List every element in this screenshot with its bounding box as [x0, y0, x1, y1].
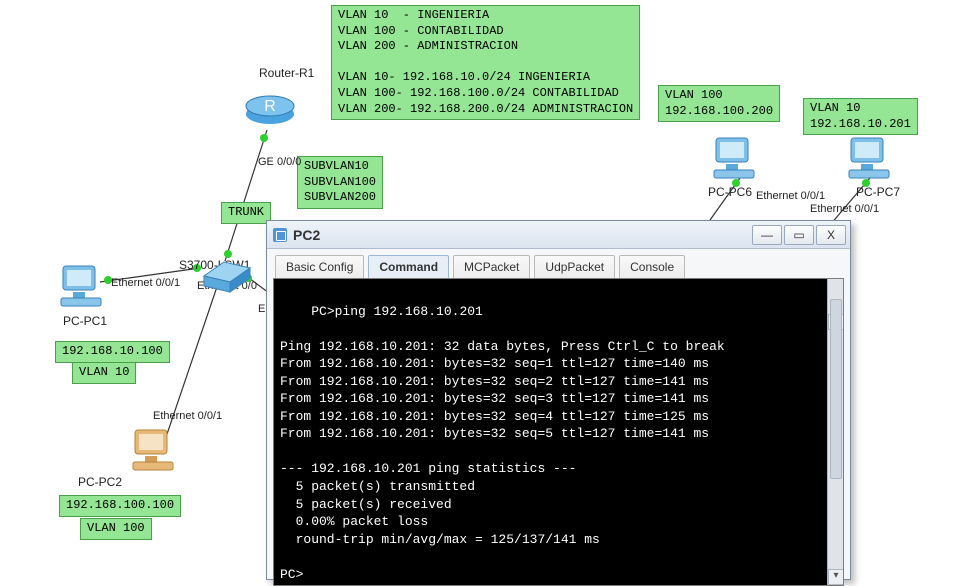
- note-pc6: VLAN 100 192.168.100.200: [658, 85, 780, 122]
- label-pc6: PC-PC6: [708, 185, 752, 199]
- router-icon[interactable]: R: [242, 88, 298, 129]
- port-switch-eth-cut: E: [258, 303, 265, 315]
- note-pc7: VLAN 10 192.168.10.201: [803, 98, 918, 135]
- pc7-icon[interactable]: [843, 132, 895, 187]
- svg-text:R: R: [264, 98, 276, 115]
- note-subvlan: SUBVLAN10 SUBVLAN100 SUBVLAN200: [297, 156, 383, 209]
- note-pc2-ip: 192.168.100.100: [59, 495, 181, 517]
- label-pc2: PC-PC2: [78, 475, 122, 489]
- label-pc7: PC-PC7: [856, 185, 900, 199]
- note-vlan-definitions: VLAN 10 - INGENIERIA VLAN 100 - CONTABIL…: [331, 5, 640, 120]
- maximize-button[interactable]: ▭: [784, 225, 814, 245]
- scroll-thumb[interactable]: [830, 299, 842, 479]
- note-pc1-ip: 192.168.10.100: [55, 341, 170, 363]
- pc1-icon[interactable]: [55, 260, 107, 315]
- app-icon: [273, 228, 287, 242]
- close-button[interactable]: X: [816, 225, 846, 245]
- tab-command[interactable]: Command: [368, 255, 449, 278]
- note-pc1-vlan: VLAN 10: [72, 362, 136, 384]
- port-ge000: GE 0/0/0: [258, 156, 301, 168]
- minimize-button[interactable]: —: [752, 225, 782, 245]
- tab-console[interactable]: Console: [619, 255, 685, 278]
- port-pc2-eth: Ethernet 0/0/1: [153, 410, 222, 422]
- note-pc2-vlan: VLAN 100: [80, 518, 152, 540]
- window-title: PC2: [293, 227, 320, 243]
- port-pc1-eth: Ethernet 0/0/1: [111, 277, 180, 289]
- titlebar[interactable]: PC2 — ▭ X: [267, 221, 850, 249]
- terminal-output[interactable]: PC>ping 192.168.10.201 Ping 192.168.10.2…: [273, 278, 844, 586]
- note-trunk: TRUNK: [221, 202, 271, 224]
- switch-icon[interactable]: [200, 256, 254, 299]
- scroll-down-button[interactable]: ▾: [828, 569, 844, 585]
- label-pc1: PC-PC1: [63, 314, 107, 328]
- tab-bar: Basic Config Command MCPacket UdpPacket …: [267, 249, 850, 278]
- scrollbar[interactable]: ▴ ▾: [827, 279, 843, 585]
- tab-mcpacket[interactable]: MCPacket: [453, 255, 530, 278]
- tab-basic-config[interactable]: Basic Config: [275, 255, 364, 278]
- pc2-window[interactable]: PC2 — ▭ X Basic Config Command MCPacket …: [266, 220, 851, 580]
- terminal-text: PC>ping 192.168.10.201 Ping 192.168.10.2…: [280, 304, 725, 582]
- label-router: Router-R1: [259, 66, 314, 80]
- pc6-icon[interactable]: [708, 132, 760, 187]
- pc2-icon[interactable]: [127, 424, 179, 479]
- port-pc7-eth: Ethernet 0/0/1: [810, 203, 879, 215]
- tab-udppacket[interactable]: UdpPacket: [534, 255, 615, 278]
- port-pc6-eth: Ethernet 0/0/1: [756, 190, 825, 202]
